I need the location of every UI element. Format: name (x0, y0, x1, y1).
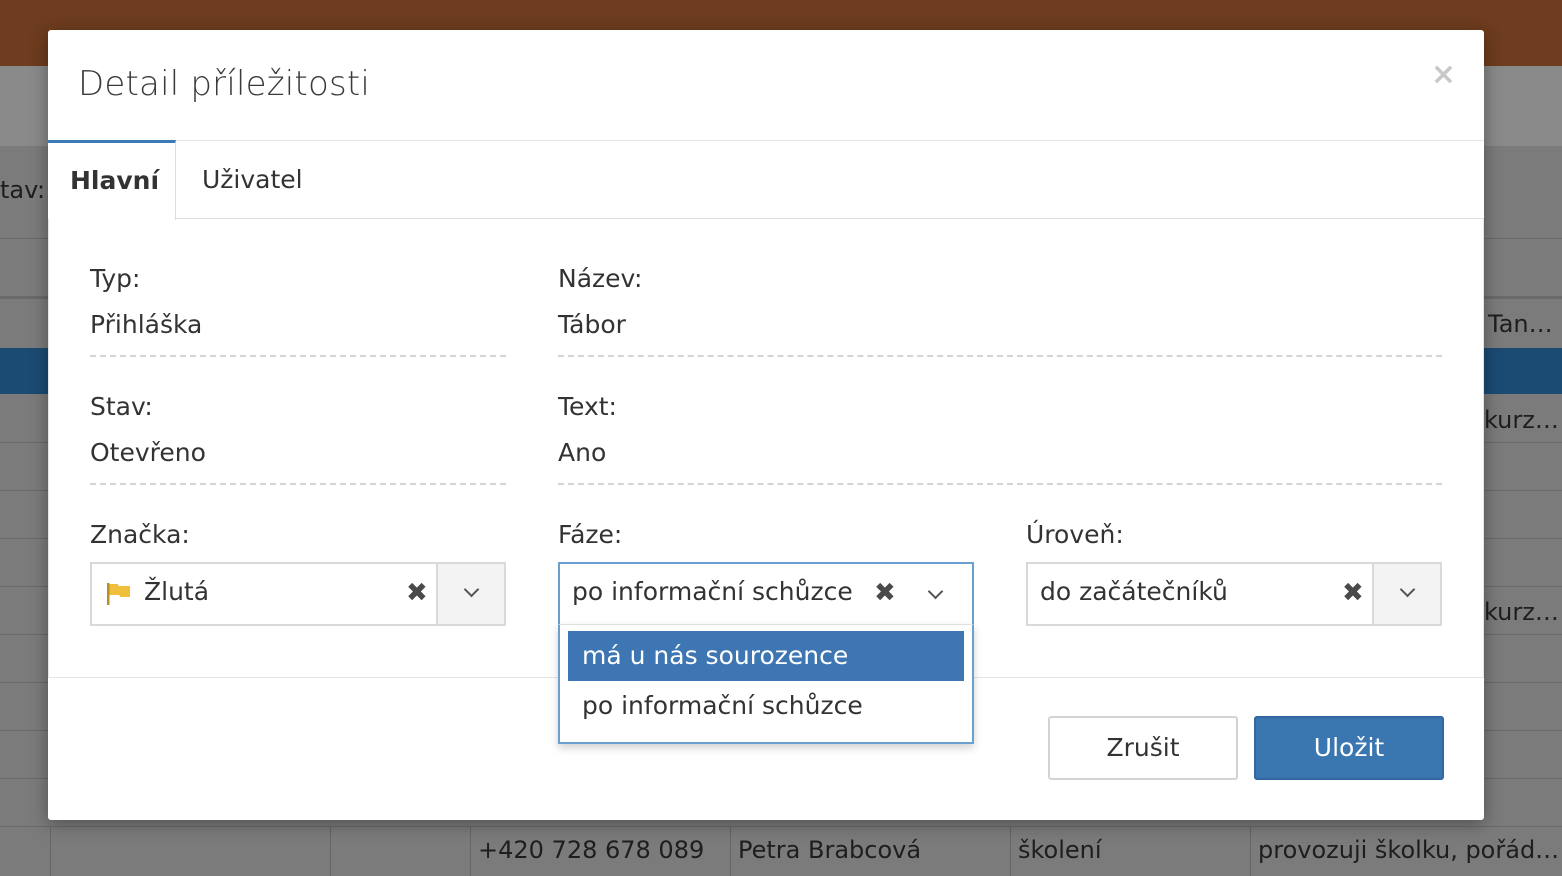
cancel-button[interactable]: Zrušit (1048, 716, 1238, 780)
text-value: Ano (558, 438, 607, 467)
save-button[interactable]: Uložit (1254, 716, 1444, 780)
field-underline (558, 483, 1442, 485)
chevron-down-icon (1399, 581, 1416, 598)
level-label: Úroveň: (1026, 520, 1124, 549)
chevron-down-icon (463, 581, 480, 598)
column-divider (50, 826, 51, 876)
level-clear-icon[interactable]: ✖ (1342, 578, 1364, 608)
status-value: Otevřeno (90, 438, 206, 467)
phase-select[interactable]: po informační schůzce ✖ (558, 562, 974, 626)
table-cell: kurz… (1484, 406, 1559, 434)
phone-cell: +420 728 678 089 (478, 836, 705, 864)
tag-clear-icon[interactable]: ✖ (406, 578, 428, 608)
phase-clear-icon[interactable]: ✖ (874, 578, 896, 608)
tab-user[interactable]: Uživatel (180, 140, 325, 219)
tag-dropdown-toggle[interactable] (436, 564, 504, 624)
type-label: Typ: (90, 264, 141, 293)
field-underline (90, 355, 506, 357)
text-label: Text: (558, 392, 617, 421)
phase-selected-value: po informační schůzce (572, 577, 853, 606)
status-label: Stav: (90, 392, 153, 421)
tab-main[interactable]: Hlavní (48, 140, 176, 220)
level-dropdown-toggle[interactable] (1372, 564, 1440, 624)
opportunity-detail-dialog: Detail příležitosti × Hlavní Uživatel Ty… (48, 30, 1484, 820)
level-selected-value: do začátečníků (1040, 577, 1228, 606)
dialog-title: Detail příležitosti (78, 64, 371, 104)
column-divider (1010, 826, 1011, 876)
column-divider (730, 826, 731, 876)
dialog-tabs: Hlavní Uživatel (48, 140, 1484, 220)
column-divider (470, 826, 471, 876)
phase-label: Fáze: (558, 520, 623, 549)
column-divider (1250, 826, 1251, 876)
level-select[interactable]: do začátečníků ✖ (1026, 562, 1442, 626)
type-value: Přihláška (90, 310, 203, 339)
name-value: Tábor (558, 310, 626, 339)
filter-label: tav: (0, 176, 46, 204)
tag-selected-value: Žlutá (144, 577, 210, 606)
phase-option[interactable]: po informační schůzce (568, 681, 964, 731)
field-underline (558, 355, 1442, 357)
table-cell: kurz… (1484, 598, 1559, 626)
type-cell: školení (1018, 836, 1102, 864)
chevron-down-icon[interactable] (927, 583, 944, 600)
note-cell: provozuji školku, pořád… (1258, 836, 1560, 864)
tag-select[interactable]: Žlutá ✖ (90, 562, 506, 626)
name-label: Název: (558, 264, 643, 293)
name-cell: Petra Brabcová (738, 836, 922, 864)
table-cell: Tan… (1488, 310, 1553, 338)
column-divider (330, 826, 331, 876)
field-underline (90, 483, 506, 485)
phase-dropdown-menu: má u nás sourozence po informační schůzc… (558, 624, 974, 744)
close-button[interactable]: × (1431, 60, 1456, 90)
phase-option[interactable]: má u nás sourozence (568, 631, 964, 681)
flag-icon (107, 583, 130, 605)
table-row[interactable]: +420 728 678 089 Petra Brabcová školení … (0, 826, 1562, 876)
tag-label: Značka: (90, 520, 190, 549)
